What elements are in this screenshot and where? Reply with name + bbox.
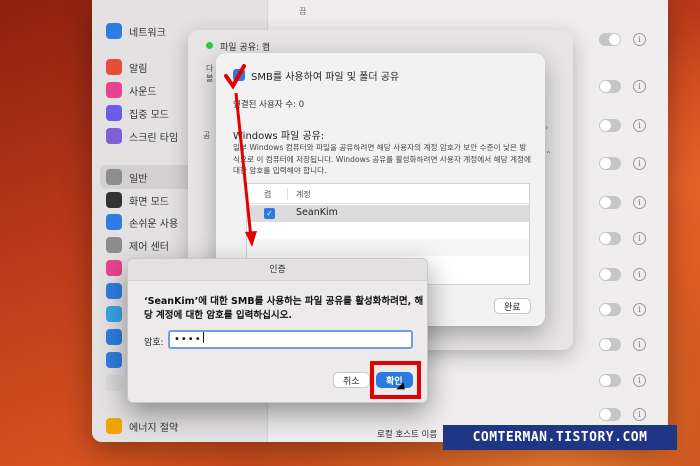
dialog-title: 인증: [128, 259, 427, 281]
red-arrow-line: [234, 92, 253, 239]
password-value: ••••: [174, 334, 202, 345]
watermark: COMTERMAN.TISTORY.COM: [443, 425, 677, 450]
cancel-button[interactable]: 취소: [333, 372, 370, 388]
red-checkmark-icon: [224, 64, 246, 90]
password-label: 암호:: [144, 338, 164, 348]
red-arrowhead-icon: [245, 231, 257, 247]
dialog-message: ‘SeanKim’에 대한 SMB를 사용하는 파일 공유를 활성화하려면, 해…: [144, 296, 424, 321]
highlight-box: [370, 361, 421, 399]
password-field[interactable]: ••••: [168, 330, 413, 349]
